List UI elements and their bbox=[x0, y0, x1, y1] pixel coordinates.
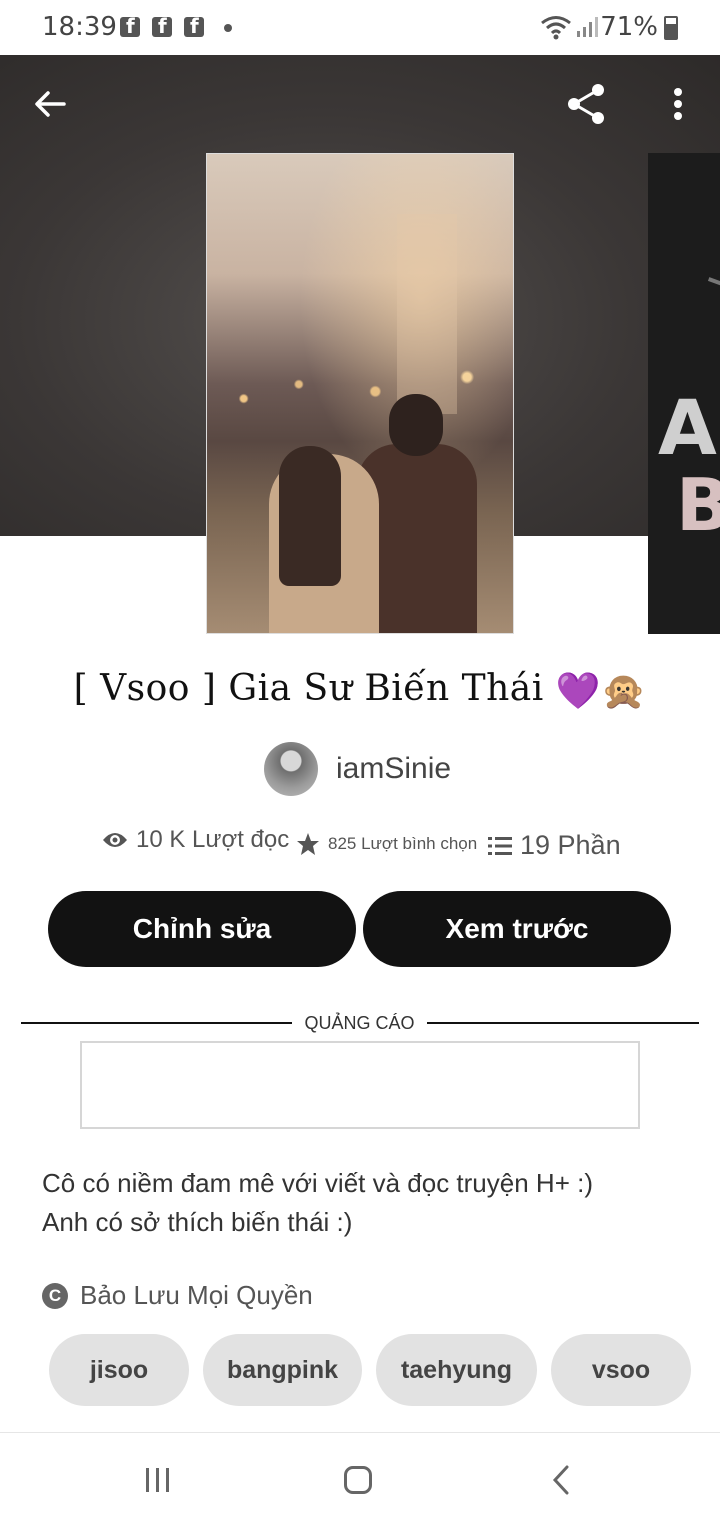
tag-chip[interactable]: taehyung bbox=[376, 1334, 537, 1406]
author-name[interactable]: iamSinie bbox=[336, 752, 451, 786]
ad-banner[interactable] bbox=[80, 1041, 640, 1129]
preview-button[interactable]: Xem trước bbox=[363, 891, 671, 967]
more-vert-icon[interactable] bbox=[660, 80, 696, 128]
status-time: 18:39 bbox=[42, 12, 117, 42]
wifi-icon bbox=[541, 16, 571, 40]
status-bar: 18:39 71% bbox=[0, 0, 720, 55]
facebook-icon bbox=[152, 14, 172, 38]
system-nav-bar bbox=[0, 1432, 720, 1520]
story-description-line: Anh có sở thích biến thái :) bbox=[42, 1207, 353, 1237]
facebook-icon bbox=[184, 14, 204, 38]
cover-figure-hair bbox=[279, 446, 341, 586]
battery-icon bbox=[664, 16, 678, 40]
tag-chip[interactable]: jisoo bbox=[49, 1334, 189, 1406]
facebook-icon bbox=[120, 14, 140, 38]
edit-button[interactable]: Chỉnh sửa bbox=[48, 891, 356, 967]
ad-divider bbox=[427, 1022, 699, 1024]
copyright-icon: C bbox=[42, 1282, 68, 1309]
copyright-label: Bảo Lưu Mọi Quyền bbox=[80, 1280, 313, 1310]
stat-parts: 19 Phần bbox=[488, 830, 621, 861]
recents-icon[interactable] bbox=[144, 1467, 172, 1493]
share-icon[interactable] bbox=[562, 80, 610, 128]
story-cover[interactable] bbox=[206, 153, 514, 634]
story-title-emoji: 💜🙊 bbox=[555, 671, 647, 712]
cover-letter: A bbox=[658, 383, 717, 472]
eye-icon bbox=[103, 833, 127, 847]
story-title: [ Vsoo ] Gia Sư Biến Thái 💜🙊 bbox=[0, 668, 720, 712]
avatar[interactable] bbox=[264, 742, 318, 796]
tag-chip[interactable]: vsoo bbox=[551, 1334, 691, 1406]
stat-parts-label: 19 Phần bbox=[520, 830, 621, 860]
home-icon[interactable] bbox=[344, 1466, 372, 1494]
signal-icon bbox=[577, 17, 598, 37]
cover-figure-head bbox=[389, 394, 443, 456]
ad-label: QUẢNG CÁO bbox=[304, 1013, 415, 1033]
star-icon bbox=[297, 833, 319, 855]
story-description-line: Cô có niềm đam mê với viết và đọc truyện… bbox=[42, 1168, 593, 1198]
back-arrow-icon[interactable] bbox=[28, 82, 72, 126]
story-title-text: [ Vsoo ] Gia Sư Biến Thái bbox=[73, 668, 544, 709]
list-icon bbox=[488, 836, 512, 855]
stat-reads-label: 10 K Lượt đọc bbox=[136, 826, 290, 853]
notification-dot-icon bbox=[224, 24, 232, 32]
tag-chip[interactable]: bangpink bbox=[203, 1334, 362, 1406]
back-icon[interactable] bbox=[550, 1465, 572, 1495]
ad-divider bbox=[21, 1022, 292, 1024]
next-story-cover[interactable]: A B bbox=[648, 153, 720, 634]
cover-decoration bbox=[699, 277, 720, 319]
stat-votes-label: 825 Lượt bình chọn bbox=[328, 834, 478, 853]
battery-percent: 71% bbox=[600, 12, 658, 42]
stat-votes: 825 Lượt bình chọn bbox=[296, 832, 477, 856]
cover-letter: B bbox=[676, 463, 720, 547]
copyright-notice: C Bảo Lưu Mọi Quyền bbox=[42, 1280, 313, 1311]
stat-reads: 10 K Lượt đọc bbox=[102, 826, 289, 854]
